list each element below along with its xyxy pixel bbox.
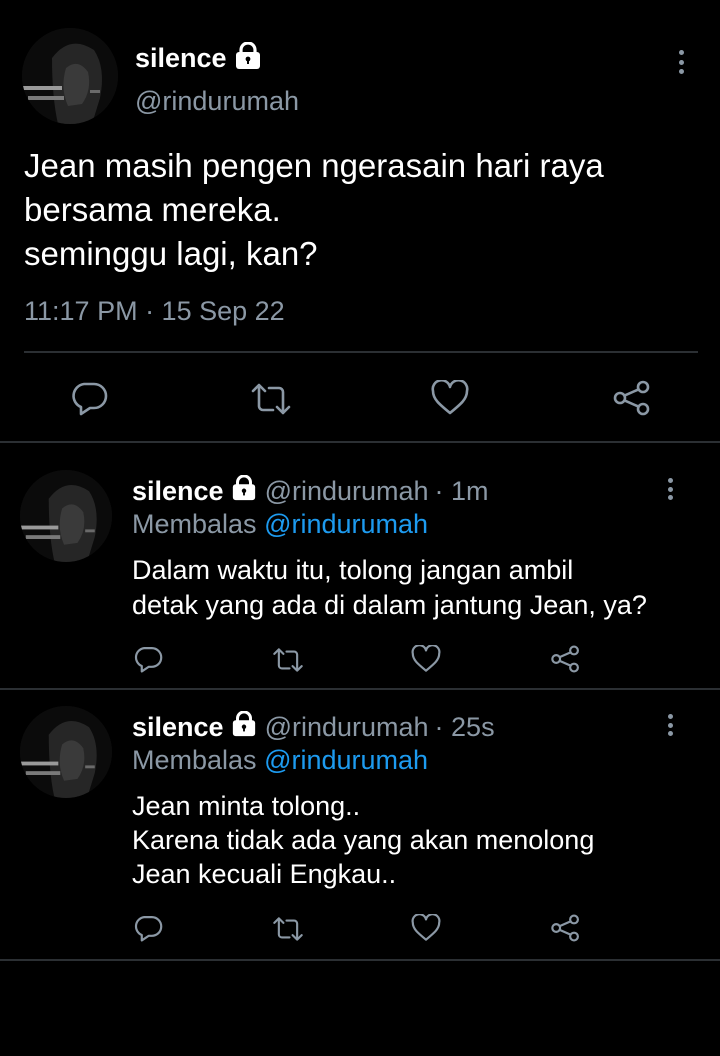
tweet-text-line: Jean minta tolong..: [132, 791, 361, 821]
display-name[interactable]: silence: [132, 476, 224, 507]
replying-label: Membalas: [132, 745, 257, 775]
avatar-image: [22, 28, 118, 124]
like-icon[interactable]: [411, 645, 441, 673]
reply-icon[interactable]: [70, 380, 108, 416]
replying-label: Membalas: [132, 509, 257, 539]
more-icon[interactable]: [677, 50, 685, 74]
handle[interactable]: @rindurumah: [265, 712, 429, 743]
tweet-text: Dalam waktu itu, tolong jangan ambil det…: [132, 553, 647, 623]
tweet-text: Jean masih pengen ngerasain hari raya be…: [24, 144, 604, 276]
author-row: silence @rindurumah · 1m: [132, 473, 489, 508]
replying-to: Membalas @rindurumah: [132, 509, 428, 540]
display-name[interactable]: silence: [132, 712, 224, 743]
tweet-text: Jean minta tolong.. Karena tidak ada yan…: [132, 789, 594, 891]
avatar[interactable]: [22, 28, 118, 124]
tweet-text-line: Karena tidak ada yang akan menolong: [132, 825, 595, 855]
divider: [24, 351, 698, 353]
divider: [0, 688, 720, 690]
avatar[interactable]: [20, 706, 112, 798]
timestamp[interactable]: 11:17 PM · 15 Sep 22: [24, 296, 285, 327]
lock-icon: [231, 473, 257, 508]
tweet-text-line: Jean masih pengen ngerasain hari raya: [24, 147, 604, 184]
retweet-icon[interactable]: [272, 916, 304, 942]
mention-link[interactable]: @rindurumah: [264, 509, 428, 539]
share-icon[interactable]: [550, 645, 581, 673]
more-icon[interactable]: [666, 714, 674, 736]
divider: [0, 441, 720, 443]
handle[interactable]: @rindurumah: [265, 476, 429, 507]
share-icon[interactable]: [550, 914, 581, 942]
relative-time: · 1m: [434, 475, 489, 506]
author-row: silence: [135, 38, 262, 78]
more-icon[interactable]: [666, 478, 674, 500]
tweet-text-line: seminggu lagi, kan?: [24, 235, 318, 272]
author-row: silence @rindurumah · 25s: [132, 709, 495, 744]
divider: [0, 959, 720, 961]
lock-icon: [234, 40, 262, 75]
retweet-icon[interactable]: [250, 382, 292, 416]
relative-time: · 25s: [434, 711, 495, 742]
share-icon[interactable]: [612, 380, 652, 416]
tweet-text-line: detak yang ada di dalam jantung Jean, ya…: [132, 590, 647, 620]
tweet-text-line: bersama mereka.: [24, 191, 281, 228]
avatar-image: [20, 706, 112, 798]
tweet-text-line: Dalam waktu itu, tolong jangan ambil: [132, 555, 574, 585]
replying-to: Membalas @rindurumah: [132, 745, 428, 776]
like-icon[interactable]: [411, 914, 441, 942]
retweet-icon[interactable]: [272, 647, 304, 673]
reply-icon[interactable]: [133, 914, 163, 942]
tweet-text-line: Jean kecuali Engkau..: [132, 859, 397, 889]
avatar[interactable]: [20, 470, 112, 562]
reply-icon[interactable]: [133, 645, 163, 673]
lock-icon: [231, 709, 257, 744]
handle[interactable]: @rindurumah: [135, 86, 299, 117]
avatar-image: [20, 470, 112, 562]
display-name[interactable]: silence: [135, 43, 227, 74]
mention-link[interactable]: @rindurumah: [264, 745, 428, 775]
like-icon[interactable]: [431, 380, 469, 416]
